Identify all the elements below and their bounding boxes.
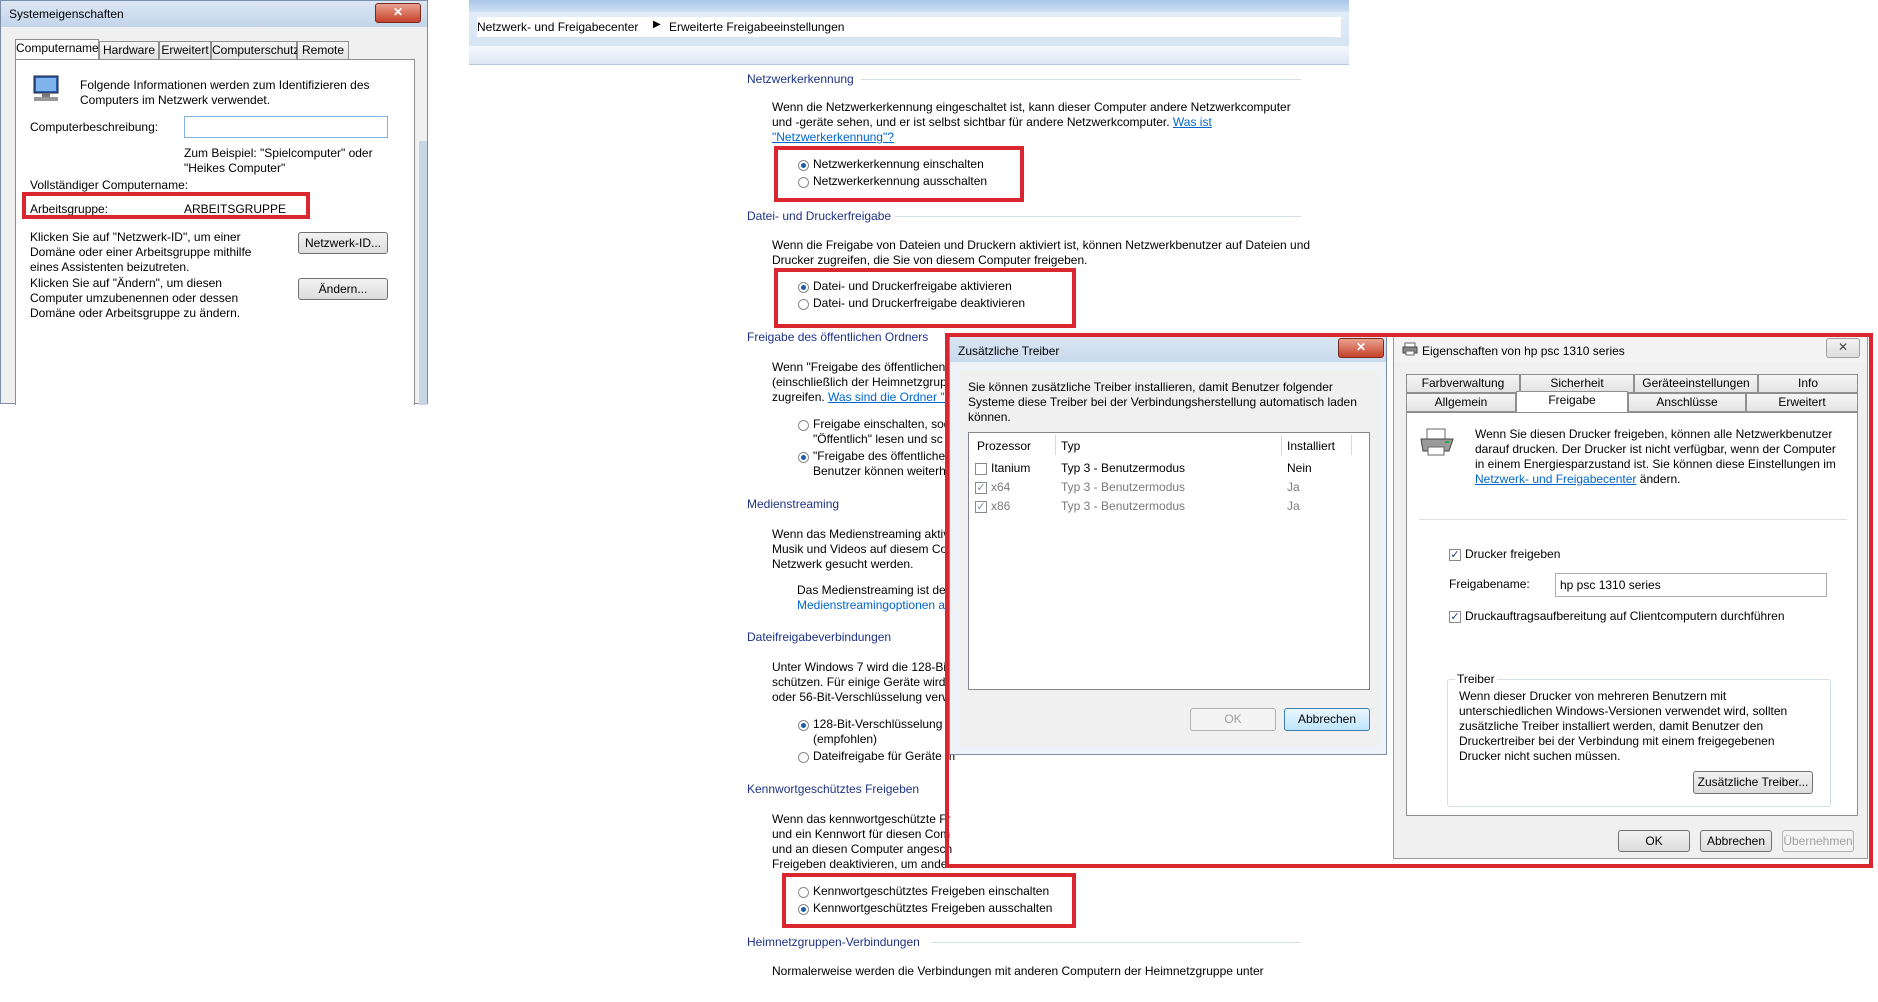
connections-text-3: oder 56-Bit-Verschlüsselung verw bbox=[772, 690, 951, 704]
connections-text-1: Unter Windows 7 wird die 128-Bit bbox=[772, 660, 950, 674]
title-strip bbox=[469, 0, 1349, 12]
network-discovery-highlight bbox=[774, 146, 1024, 202]
password-sharing-highlight bbox=[782, 873, 1076, 928]
file-sharing-highlight bbox=[774, 268, 1076, 328]
radio-public-sharing-off[interactable] bbox=[798, 452, 809, 463]
radio-public-sharing-on[interactable] bbox=[798, 420, 809, 431]
dialogs-highlight bbox=[945, 333, 1873, 868]
public-folder-text-1: Wenn "Freigabe des öffentlichen bbox=[772, 360, 946, 374]
divider bbox=[861, 79, 1301, 80]
tab-erweitert[interactable]: Erweitert bbox=[159, 41, 211, 60]
media-text-2: Musik und Videos auf diesem Co bbox=[772, 542, 948, 556]
change-text: Klicken Sie auf "Ändern", um diesen Comp… bbox=[30, 276, 241, 320]
label-public-sharing-off-1[interactable]: "Freigabe des öffentliche bbox=[813, 449, 945, 464]
computer-icon bbox=[33, 75, 59, 101]
info-text: Folgende Informationen werden zum Identi… bbox=[80, 78, 370, 107]
breadcrumb-arrow-icon: ▶ bbox=[653, 19, 661, 30]
radio-40-56-bit[interactable] bbox=[798, 752, 809, 763]
network-discovery-text: Wenn die Netzwerkerkennung eingeschaltet… bbox=[772, 100, 1291, 144]
toolbar-strip bbox=[469, 46, 1349, 64]
label-public-sharing-on-2[interactable]: "Öffentlich" lesen und sc bbox=[813, 432, 943, 447]
computername-panel: Folgende Informationen werden zum Identi… bbox=[15, 59, 415, 405]
breadcrumb-network-center[interactable]: Netzwerk- und Freigabecenter bbox=[477, 20, 638, 34]
connections-text-2: schützen. Für einige Geräte wird e bbox=[772, 675, 956, 689]
public-folder-text-3: zugreifen. Was sind die Ordner "Ö bbox=[772, 390, 954, 404]
label-128-bit-2[interactable]: (empfohlen) bbox=[813, 732, 877, 747]
public-folder-text-2: (einschließlich der Heimnetzgrup bbox=[772, 375, 947, 389]
system-properties-titlebar[interactable]: Systemeigenschaften ✕ bbox=[1, 1, 427, 27]
breadcrumb-advanced-sharing[interactable]: Erweiterte Freigabeeinstellungen bbox=[669, 20, 844, 34]
media-text-4: Das Medienstreaming ist dea bbox=[797, 583, 953, 597]
media-text-1: Wenn das Medienstreaming aktiv bbox=[772, 527, 950, 541]
public-folders-link[interactable]: Was sind die Ordner "Ö bbox=[828, 390, 954, 404]
network-id-text: Klicken Sie auf "Netzwerk-ID", um einer … bbox=[30, 230, 252, 274]
what-is-network-discovery-link-2[interactable]: "Netzwerkerkennung"? bbox=[772, 130, 894, 144]
section-media-streaming[interactable]: Medienstreaming bbox=[747, 497, 839, 511]
label-128-bit-1[interactable]: 128-Bit-Verschlüsselung f bbox=[813, 717, 949, 732]
computer-description-label: Computerbeschreibung: bbox=[30, 120, 159, 134]
password-text-3: und an diesen Computer angesch bbox=[772, 842, 953, 856]
section-homegroup-connections[interactable]: Heimnetzgruppen-Verbindungen bbox=[747, 935, 920, 949]
password-text-4: Freigeben deaktivieren, um ande bbox=[772, 857, 948, 871]
section-password-protected-sharing[interactable]: Kennwortgeschütztes Freigeben bbox=[747, 782, 919, 796]
password-text-2: und ein Kennwort für diesen Com bbox=[772, 827, 951, 841]
radio-128-bit[interactable] bbox=[798, 720, 809, 731]
media-text-3: Netzwerk gesucht werden. bbox=[772, 557, 914, 571]
section-public-folder-sharing[interactable]: Freigabe des öffentlichen Ordners bbox=[747, 330, 928, 344]
close-button[interactable]: ✕ bbox=[375, 3, 421, 23]
homegroup-text: Normalerweise werden die Verbindungen mi… bbox=[772, 964, 1264, 978]
example-text: Zum Beispiel: "Spielcomputer" oder "Heik… bbox=[184, 146, 373, 175]
label-40-56-bit[interactable]: Dateifreigabe für Geräte m bbox=[813, 749, 955, 764]
divider bbox=[931, 942, 1301, 943]
section-file-sharing-connections[interactable]: Dateifreigabeverbindungen bbox=[747, 630, 891, 644]
change-button[interactable]: Ändern... bbox=[298, 278, 388, 300]
tab-computername[interactable]: Computername bbox=[15, 39, 99, 60]
workgroup-highlight bbox=[22, 192, 310, 219]
label-public-sharing-off-2[interactable]: Benutzer können weiterh bbox=[813, 464, 946, 479]
breadcrumb[interactable]: Netzwerk- und Freigabecenter ▶ Erweitert… bbox=[477, 17, 1341, 37]
label-public-sharing-on-1[interactable]: Freigabe einschalten, sod bbox=[813, 417, 950, 432]
full-computer-name-label: Vollständiger Computername: bbox=[30, 178, 189, 192]
tab-remote[interactable]: Remote bbox=[297, 41, 349, 60]
what-is-network-discovery-link[interactable]: Was ist bbox=[1173, 115, 1212, 129]
file-printer-sharing-text: Wenn die Freigabe von Dateien und Drucke… bbox=[772, 238, 1311, 267]
network-id-button[interactable]: Netzwerk-ID... bbox=[298, 232, 388, 254]
divider bbox=[895, 216, 1301, 217]
tab-hardware[interactable]: Hardware bbox=[99, 41, 159, 60]
computer-description-input[interactable] bbox=[184, 116, 388, 138]
address-bar: Netzwerk- und Freigabecenter ▶ Erweitert… bbox=[469, 0, 1349, 65]
scrollbar-edge bbox=[419, 141, 427, 405]
password-text-1: Wenn das kennwortgeschützte Fr bbox=[772, 812, 951, 826]
section-file-printer-sharing[interactable]: Datei- und Druckerfreigabe bbox=[747, 209, 891, 223]
section-network-discovery[interactable]: Netzwerkerkennung bbox=[747, 72, 854, 86]
media-streaming-options-link[interactable]: Medienstreamingoptionen a bbox=[797, 598, 945, 613]
window-title: Systemeigenschaften bbox=[9, 7, 124, 21]
tab-computerschutz[interactable]: Computerschutz bbox=[211, 41, 299, 60]
